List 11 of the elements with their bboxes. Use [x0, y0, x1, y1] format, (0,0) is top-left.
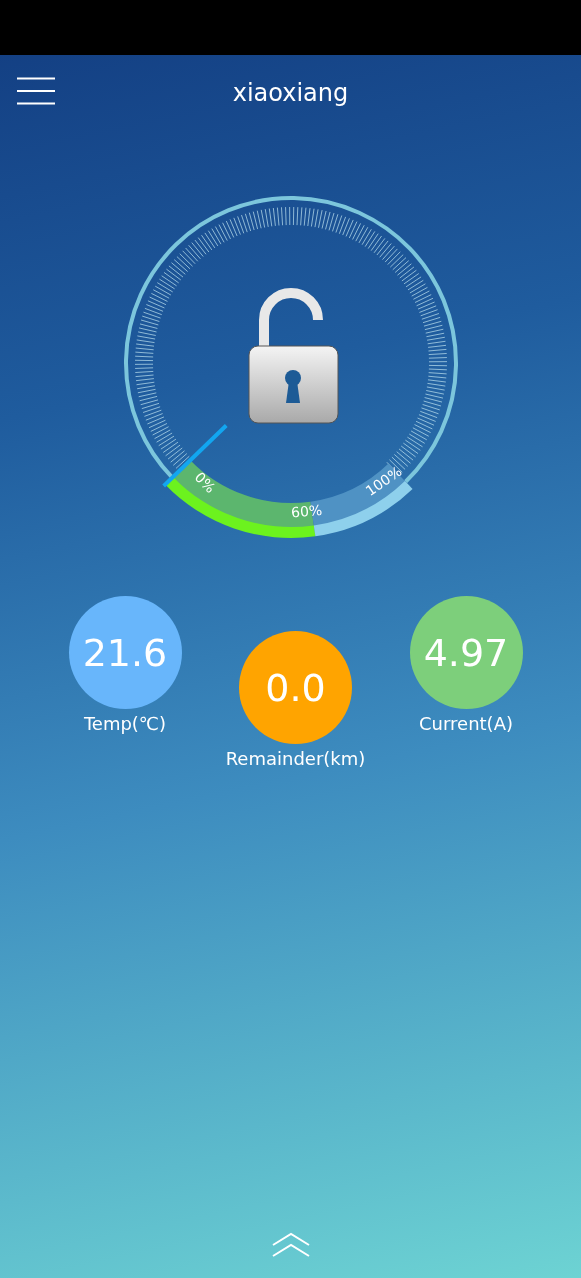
app-title: xiaoxiang — [232, 78, 349, 107]
stat-value: 0.0 — [239, 631, 352, 744]
percent-label: 60% — [289, 501, 323, 521]
stat-value: 4.97 — [409, 596, 523, 709]
stat-label: Temp(℃) — [83, 713, 167, 734]
stat-label: Remainder(km) — [225, 748, 366, 769]
percent-label: 0% — [191, 468, 219, 496]
stat-label: Current(A) — [419, 713, 513, 734]
unlocked-padlock-icon[interactable] — [248, 288, 338, 424]
menu-icon[interactable] — [16, 77, 56, 105]
stat-value: 21.6 — [68, 596, 182, 709]
